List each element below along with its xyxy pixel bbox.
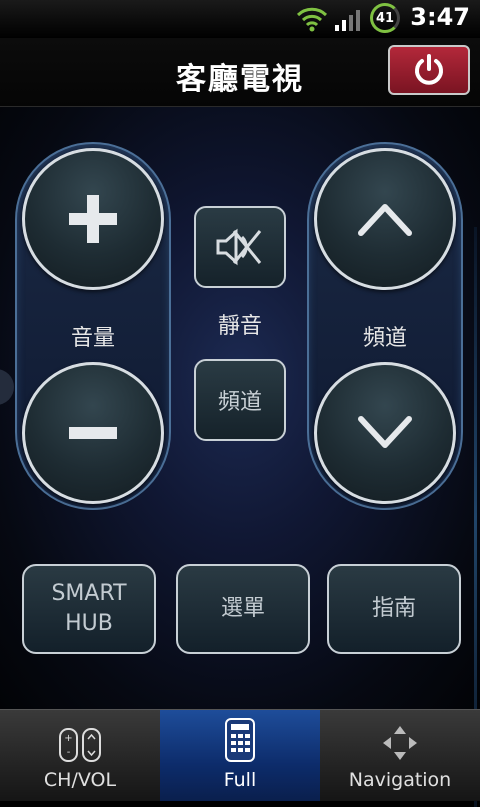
battery-icon: 41 — [370, 3, 400, 33]
chevron-down-icon — [358, 416, 412, 448]
remote-panel: 音量 頻道 靜音 頻道 SMART HUB 選單 指南 — [0, 107, 480, 807]
channel-down-button[interactable] — [314, 362, 456, 504]
channel-list-button[interactable]: 頻道 — [194, 359, 286, 441]
guide-label: 指南 — [371, 596, 416, 621]
tab-ch-vol[interactable]: + - CH/VOL — [0, 710, 160, 801]
channel-label: 頻道 — [362, 326, 407, 351]
tab-full[interactable]: Full — [160, 710, 320, 801]
channel-up-button[interactable] — [314, 148, 456, 290]
dpad-icon — [383, 726, 417, 760]
guide-button[interactable]: 指南 — [327, 564, 461, 654]
tab-navigation-label: Navigation — [348, 769, 452, 791]
minus-icon — [69, 427, 117, 439]
signal-icon — [335, 10, 360, 31]
ch-vol-icon: + - — [59, 728, 101, 762]
chevron-up-icon — [358, 204, 412, 236]
title-bar: 客廳電視 — [0, 38, 480, 107]
volume-down-button[interactable] — [22, 362, 164, 504]
power-button[interactable] — [388, 45, 470, 95]
volume-rocker: 音量 — [15, 142, 171, 510]
smart-hub-button[interactable]: SMART HUB — [22, 564, 156, 654]
mute-label: 靜音 — [217, 314, 262, 339]
plus-icon — [69, 195, 117, 243]
status-bar: 41 3:47 — [0, 0, 480, 38]
tab-full-label: Full — [223, 769, 257, 791]
tab-navigation[interactable]: Navigation — [320, 710, 480, 801]
tab-bar: + - CH/VOL Full Navigation — [0, 709, 480, 801]
menu-label: 選單 — [220, 596, 265, 621]
channel-list-label: 頻道 — [217, 390, 262, 415]
mute-button[interactable] — [194, 206, 286, 288]
mute-icon — [216, 228, 262, 266]
smart-hub-label: SMART HUB — [51, 581, 127, 636]
power-icon — [415, 54, 443, 85]
volume-up-button[interactable] — [22, 148, 164, 290]
remote-icon — [225, 718, 255, 762]
svg-text:-: - — [67, 747, 71, 758]
clock: 3:47 — [410, 3, 470, 31]
drawer-handle[interactable] — [0, 369, 14, 405]
channel-rocker: 頻道 — [307, 142, 463, 510]
tab-ch-vol-label: CH/VOL — [43, 769, 117, 791]
volume-label: 音量 — [70, 326, 115, 351]
wifi-icon — [296, 7, 328, 32]
menu-button[interactable]: 選單 — [176, 564, 310, 654]
svg-text:+: + — [64, 733, 72, 744]
